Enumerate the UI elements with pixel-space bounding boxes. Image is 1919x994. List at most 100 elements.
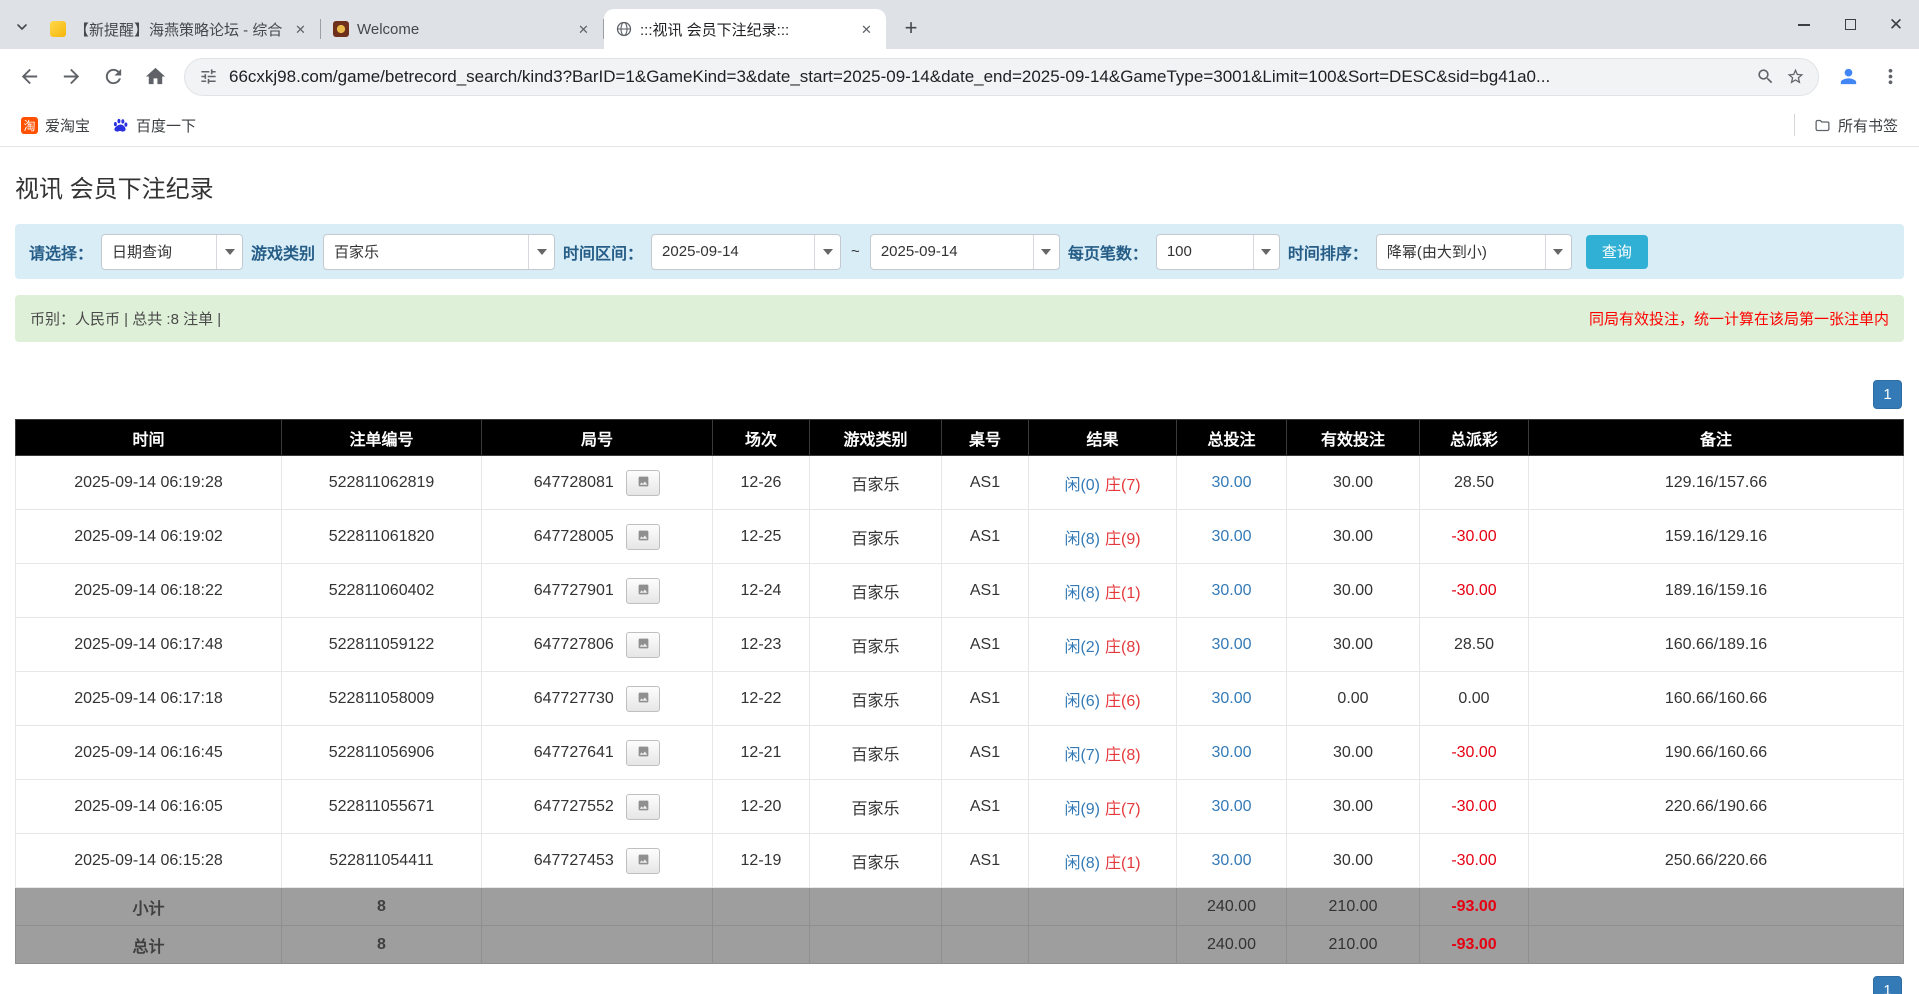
total-bet-link[interactable]: 30.00 [1211, 744, 1251, 761]
view-cards-button[interactable] [626, 848, 660, 874]
bet-records-table: 时间 注单编号 局号 场次 游戏类别 桌号 结果 总投注 有效投注 总派彩 备注… [15, 419, 1904, 964]
total-bet-link[interactable]: 30.00 [1211, 582, 1251, 599]
date-end-select[interactable]: 2025-09-14 [870, 234, 1060, 270]
cell-session: 12-20 [713, 780, 810, 834]
tab-bar: 【新提醒】海燕策略论坛 - 综合 ✕ Welcome ✕ :::视讯 会员下注纪… [0, 0, 1919, 49]
cell-bet-id: 522811055671 [282, 780, 482, 834]
date-start-select[interactable]: 2025-09-14 [651, 234, 841, 270]
cell-session: 12-24 [713, 564, 810, 618]
maximize-button[interactable] [1827, 0, 1873, 49]
site-settings-icon[interactable] [193, 62, 223, 92]
query-type-select[interactable]: 日期查询 [101, 234, 243, 270]
total-bet-link[interactable]: 30.00 [1211, 528, 1251, 545]
home-button[interactable] [136, 58, 174, 96]
total-bet-link[interactable]: 30.00 [1211, 636, 1251, 653]
cell-note: 159.16/129.16 [1529, 510, 1904, 564]
cell-session: 12-23 [713, 618, 810, 672]
cell-round: 647727453 [482, 834, 713, 888]
chevron-down-icon[interactable] [1033, 235, 1059, 269]
chevron-down-icon[interactable] [528, 235, 554, 269]
zoom-icon[interactable] [1750, 62, 1780, 92]
cell-note: 160.66/189.16 [1529, 618, 1904, 672]
all-bookmarks-button[interactable]: 所有书签 [1805, 110, 1907, 141]
chevron-down-icon[interactable] [1545, 235, 1571, 269]
reload-icon [102, 65, 125, 88]
cell-bet-id: 522811054411 [282, 834, 482, 888]
total-bet-link[interactable]: 30.00 [1211, 474, 1251, 491]
empty-cell [482, 888, 713, 926]
reload-button[interactable] [94, 58, 132, 96]
view-cards-button[interactable] [626, 578, 660, 604]
cell-result: 闲(2)庄(8) [1029, 618, 1177, 672]
menu-button[interactable] [1871, 58, 1909, 96]
view-cards-button[interactable] [626, 740, 660, 766]
page-size-select[interactable]: 100 [1156, 234, 1280, 270]
cell-result: 闲(6)庄(6) [1029, 672, 1177, 726]
welcome-favicon-icon [333, 21, 349, 37]
empty-cell [713, 888, 810, 926]
sort-select[interactable]: 降幂(由大到小) [1376, 234, 1572, 270]
total-bet-link[interactable]: 30.00 [1211, 798, 1251, 815]
chevron-down-icon[interactable] [814, 235, 840, 269]
cell-table: AS1 [942, 780, 1029, 834]
bookmark-star-icon[interactable] [1780, 62, 1810, 92]
picture-icon [636, 691, 651, 704]
view-cards-button[interactable] [626, 632, 660, 658]
result-player: 闲(8) [1064, 585, 1100, 602]
cell-note: 190.66/160.66 [1529, 726, 1904, 780]
chevron-down-icon[interactable] [216, 235, 242, 269]
result-player: 闲(9) [1064, 801, 1100, 818]
game-type-select[interactable]: 百家乐 [323, 234, 555, 270]
cell-table: AS1 [942, 672, 1029, 726]
back-button[interactable] [10, 58, 48, 96]
bookmarks-divider [1794, 114, 1795, 136]
cell-valid-bet: 30.00 [1287, 726, 1420, 780]
cell-bet-id: 522811061820 [282, 510, 482, 564]
tab-forum[interactable]: 【新提醒】海燕策略论坛 - 综合 ✕ [38, 9, 320, 49]
cell-payout: 28.50 [1420, 456, 1529, 510]
result-player: 闲(8) [1064, 855, 1100, 872]
tab-search-button[interactable] [6, 9, 38, 45]
empty-cell [713, 926, 810, 964]
bookmark-baidu[interactable]: 百度一下 [103, 110, 205, 141]
empty-cell [1029, 888, 1177, 926]
view-cards-button[interactable] [626, 524, 660, 550]
tab-betrecord-active[interactable]: :::视讯 会员下注纪录::: ✕ [604, 9, 886, 49]
new-tab-button[interactable]: + [896, 13, 926, 43]
bookmark-taobao[interactable]: 爱淘宝 [12, 110, 99, 141]
cell-table: AS1 [942, 726, 1029, 780]
url-text[interactable]: 66cxkj98.com/game/betrecord_search/kind3… [229, 67, 1744, 87]
date-start-value: 2025-09-14 [652, 235, 814, 269]
table-row: 2025-09-14 06:18:22 522811060402 6477279… [16, 564, 1904, 618]
bookmark-label: 爱淘宝 [45, 115, 90, 136]
page-1-button[interactable]: 1 [1873, 976, 1902, 994]
tab-close-icon[interactable]: ✕ [291, 20, 310, 39]
view-cards-button[interactable] [626, 470, 660, 496]
close-button[interactable]: ✕ [1873, 0, 1919, 49]
view-cards-button[interactable] [626, 794, 660, 820]
minimize-button[interactable] [1781, 0, 1827, 49]
forward-button[interactable] [52, 58, 90, 96]
cell-table: AS1 [942, 618, 1029, 672]
result-player: 闲(8) [1064, 531, 1100, 548]
round-number: 647728081 [534, 474, 614, 491]
profile-button[interactable] [1829, 58, 1867, 96]
tab-close-icon[interactable]: ✕ [857, 20, 876, 39]
tab-close-icon[interactable]: ✕ [574, 20, 593, 39]
total-label: 总计 [16, 926, 282, 964]
tab-welcome[interactable]: Welcome ✕ [321, 9, 603, 49]
total-payout: -93.00 [1420, 926, 1529, 964]
result-banker: 庄(8) [1105, 747, 1141, 764]
address-bar[interactable]: 66cxkj98.com/game/betrecord_search/kind3… [184, 58, 1819, 96]
view-cards-button[interactable] [626, 686, 660, 712]
cell-game-type: 百家乐 [810, 456, 942, 510]
chevron-down-icon[interactable] [1253, 235, 1279, 269]
summary-bar: 币别：人民币 | 总共 :8 注单 | 同局有效投注，统一计算在该局第一张注单内 [15, 295, 1904, 342]
total-bet-link[interactable]: 30.00 [1211, 852, 1251, 869]
total-bet-link[interactable]: 30.00 [1211, 690, 1251, 707]
page-content: 视讯 会员下注纪录 请选择： 日期查询 游戏类别 百家乐 时间区间： 2025-… [0, 147, 1919, 994]
picture-icon [636, 529, 651, 542]
cell-note: 189.16/159.16 [1529, 564, 1904, 618]
page-1-button[interactable]: 1 [1873, 380, 1902, 409]
search-button[interactable]: 查询 [1586, 235, 1648, 269]
